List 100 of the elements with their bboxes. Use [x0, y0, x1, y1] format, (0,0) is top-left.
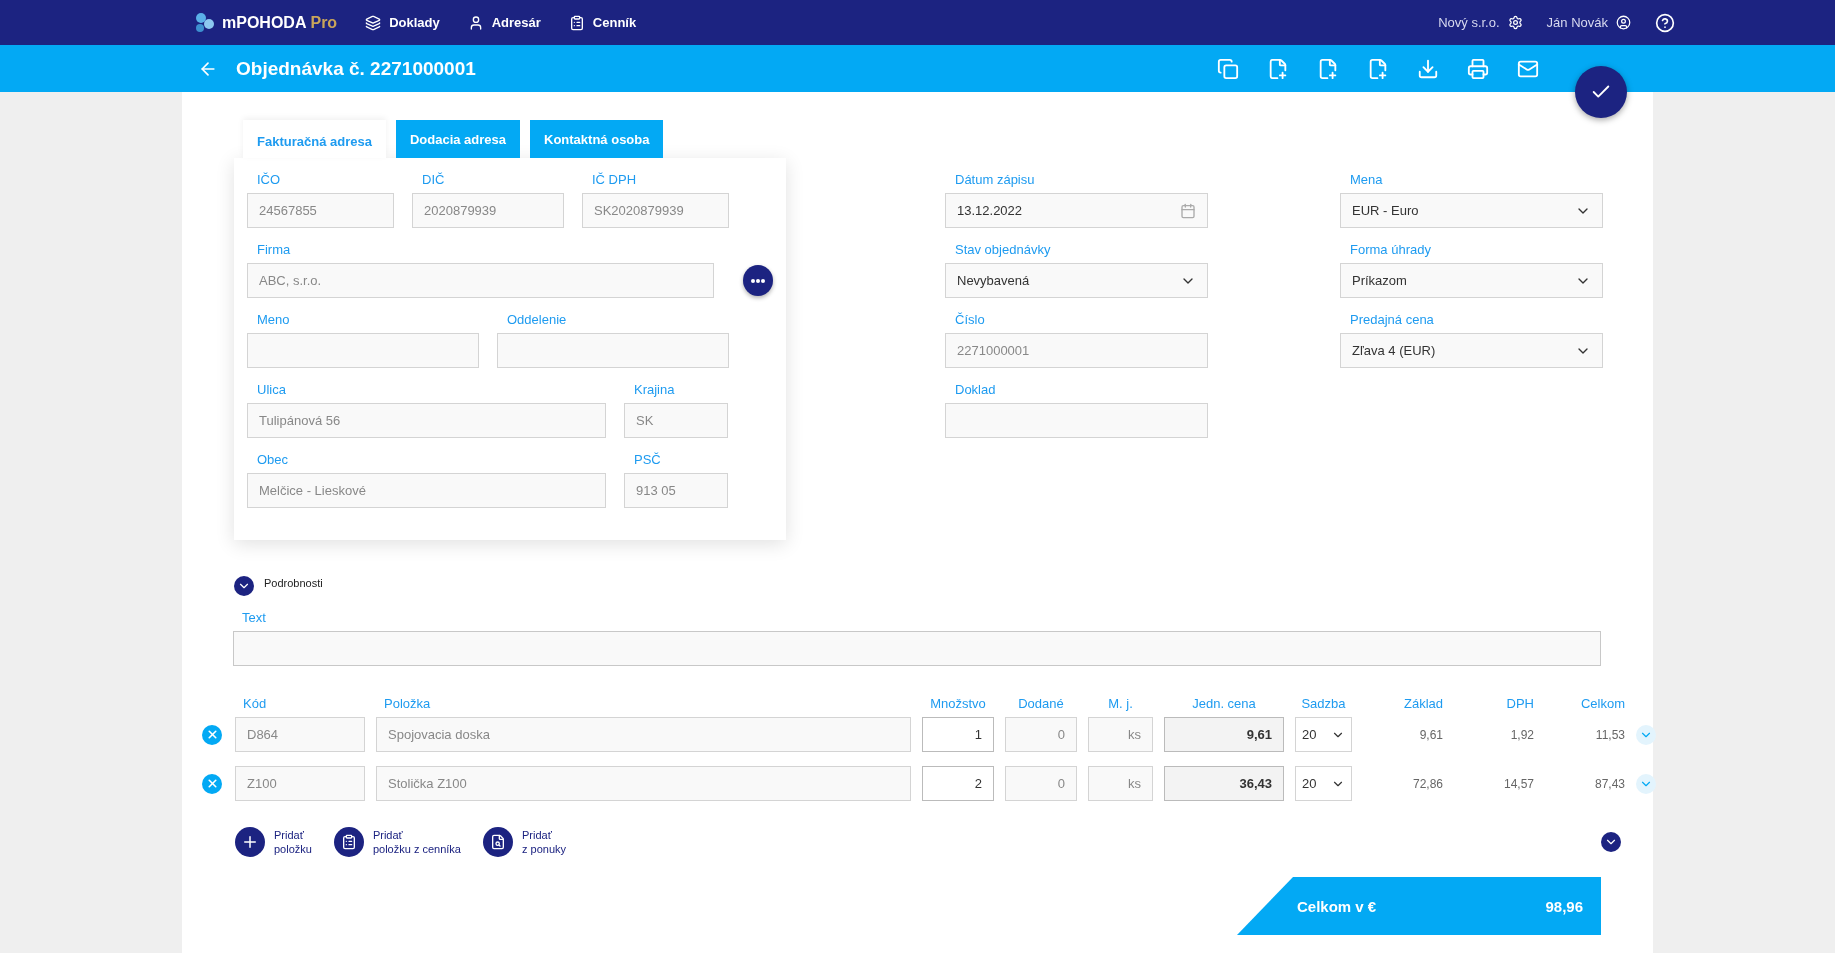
input-field[interactable]: 24567855 — [247, 193, 394, 228]
select-field[interactable]: Nevybavená — [945, 263, 1208, 298]
quantity-field[interactable]: 1 — [922, 717, 994, 752]
field-label: Oddelenie — [506, 312, 568, 327]
code-field[interactable]: D864 — [235, 717, 365, 752]
close-icon — [205, 777, 219, 790]
column-header: Celkom — [1580, 696, 1625, 711]
input-field[interactable] — [247, 333, 479, 368]
rate-select[interactable]: 20 — [1295, 717, 1352, 752]
price-field[interactable]: 36,43 — [1164, 766, 1284, 801]
nav-link[interactable]: Doklady — [365, 14, 440, 31]
column-header: Sadzba — [1301, 696, 1346, 711]
plus-icon — [241, 833, 259, 851]
tab[interactable]: Fakturačná adresa — [243, 120, 386, 158]
delivered-field[interactable]: 0 — [1005, 766, 1077, 801]
column-header: Množstvo — [930, 696, 986, 711]
table-cell: 11,53 — [1595, 727, 1625, 742]
select-field[interactable]: Príkazom — [1340, 263, 1603, 298]
column-header: DPH — [1506, 696, 1534, 711]
table-cell: 9,61 — [1419, 727, 1443, 742]
total-label: Celkom v € — [1297, 897, 1377, 915]
field-label: Číslo — [954, 312, 986, 327]
clipboard-icon — [568, 14, 585, 31]
input-field[interactable]: Melčice - Lieskové — [247, 473, 606, 508]
tab[interactable]: Kontaktná osoba — [530, 120, 664, 158]
rate-select[interactable]: 20 — [1295, 766, 1352, 801]
field-label: Firma — [256, 242, 292, 257]
stack-icon — [365, 14, 382, 31]
confirm-button[interactable] — [1575, 66, 1627, 118]
table-cell: 72,86 — [1412, 776, 1443, 791]
column-header: Dodané — [1018, 696, 1064, 711]
input-field[interactable]: Tulipánová 56 — [247, 403, 606, 438]
select-field[interactable]: EUR - Euro — [1340, 193, 1603, 228]
add-button[interactable] — [333, 827, 364, 857]
help-icon[interactable] — [1655, 12, 1675, 33]
field-label: IČ DPH — [591, 172, 638, 187]
column-header: Základ — [1403, 696, 1443, 711]
text-field[interactable] — [233, 631, 1601, 666]
field-label: Ulica — [256, 382, 287, 397]
select-field[interactable]: Zľava 4 (EUR) — [1340, 333, 1603, 368]
column-header: Položka — [383, 696, 431, 711]
input-field[interactable]: 2020879939 — [412, 193, 564, 228]
nav-link[interactable]: Cenník — [568, 14, 637, 31]
table-cell: 1,92 — [1510, 727, 1534, 742]
field-label: Mena — [1349, 172, 1384, 187]
remove-button[interactable] — [202, 724, 222, 745]
unit-field[interactable]: ks — [1088, 766, 1153, 801]
input-field[interactable]: 2271000001 — [945, 333, 1208, 368]
input-field[interactable] — [497, 333, 729, 368]
field-label: Forma úhrady — [1349, 242, 1432, 257]
input-field[interactable]: 913 05 — [624, 473, 728, 508]
add-button[interactable] — [235, 827, 265, 857]
column-header: M. j. — [1108, 696, 1133, 711]
file-icon — [490, 834, 506, 850]
calendar-icon — [1180, 202, 1196, 219]
column-header: Jedn. cena — [1192, 696, 1256, 711]
field-label: Dátum zápisu — [954, 172, 1036, 187]
user-link[interactable]: Ján Novák — [1546, 15, 1631, 30]
field-label: DIČ — [421, 172, 446, 187]
add-label: Pridať položku — [274, 827, 312, 857]
item-field[interactable]: Spojovacia doska — [376, 717, 911, 752]
field-label: Doklad — [954, 382, 997, 397]
expand-row-button[interactable] — [1636, 724, 1656, 745]
code-field[interactable]: Z100 — [235, 766, 365, 801]
user-icon — [1616, 15, 1631, 30]
expand-button[interactable] — [234, 576, 254, 596]
delivered-field[interactable]: 0 — [1005, 717, 1077, 752]
table-cell: 87,43 — [1594, 776, 1625, 791]
item-field[interactable]: Stolička Z100 — [376, 766, 911, 801]
input-field[interactable]: ABC, s.r.o. — [247, 263, 715, 298]
quantity-field[interactable]: 2 — [922, 766, 994, 801]
expand-row-button[interactable] — [1636, 773, 1656, 794]
input-field[interactable] — [945, 403, 1208, 438]
more-button[interactable] — [743, 265, 773, 296]
price-field[interactable]: 9,61 — [1164, 717, 1284, 752]
settings-icon — [1507, 15, 1523, 30]
field-label: Predajná cena — [1349, 312, 1435, 327]
remove-button[interactable] — [202, 773, 222, 794]
more-icon — [751, 278, 766, 283]
copy-icon[interactable] — [1217, 57, 1239, 80]
tab[interactable]: Dodacia adresa — [395, 120, 520, 158]
file-plus-icon[interactable] — [1367, 57, 1389, 80]
field-label: Krajina — [633, 382, 676, 397]
file-plus-icon[interactable] — [1267, 57, 1289, 80]
add-button[interactable] — [483, 827, 513, 857]
add-label: Pridať položku z cenníka — [372, 827, 461, 857]
date-field[interactable]: 13.12.2022 — [945, 193, 1208, 228]
file-plus-icon[interactable] — [1317, 57, 1339, 80]
field-label: IČO — [256, 172, 282, 187]
print-icon[interactable] — [1467, 57, 1489, 80]
nav-link[interactable]: Adresár — [467, 14, 541, 31]
clipboard-icon — [340, 834, 357, 850]
expand-button[interactable] — [1601, 832, 1621, 852]
company-link[interactable]: Nový s.r.o. — [1438, 15, 1523, 30]
input-field[interactable]: SK2020879939 — [582, 193, 729, 228]
field-label: Meno — [256, 312, 291, 327]
input-field[interactable]: SK — [624, 403, 728, 438]
page-title: Objednávka č. 2271000001 — [236, 57, 476, 80]
download-icon[interactable] — [1417, 57, 1439, 80]
unit-field[interactable]: ks — [1088, 717, 1153, 752]
